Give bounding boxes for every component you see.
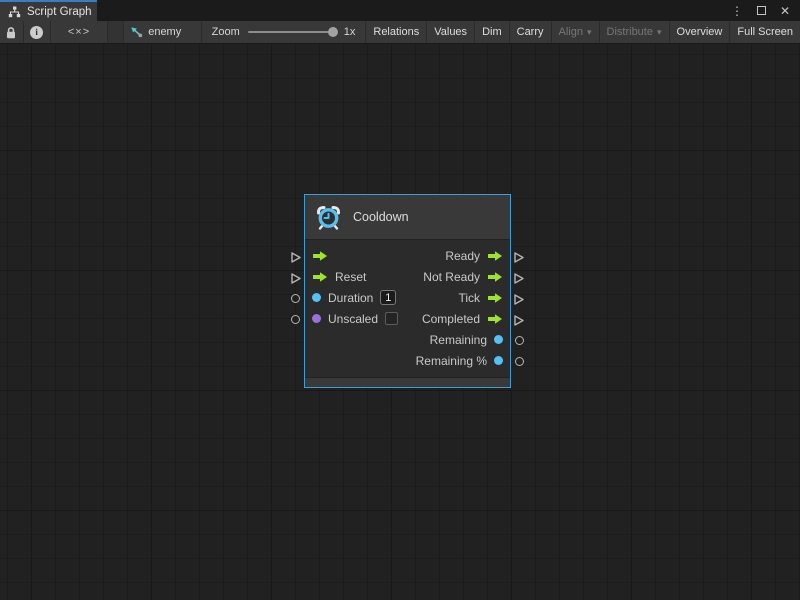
overview-button[interactable]: Overview: [669, 21, 730, 43]
kebab-menu-icon[interactable]: ⋮: [731, 5, 743, 17]
lock-button[interactable]: [0, 21, 24, 43]
zoom-slider[interactable]: [248, 31, 336, 33]
node-header[interactable]: Cooldown: [305, 195, 510, 240]
alarm-clock-icon: [315, 204, 342, 231]
maximize-icon[interactable]: [757, 6, 766, 15]
node-footer: [305, 377, 510, 387]
toolbar-right-buttons: Relations Values Dim Carry Align ▾ Distr…: [365, 21, 800, 43]
port-label: Remaining %: [416, 354, 487, 368]
flow-input-port-icon[interactable]: [312, 250, 328, 262]
flow-output-port-icon[interactable]: [487, 313, 503, 325]
values-button[interactable]: Values: [426, 21, 474, 43]
relations-button[interactable]: Relations: [365, 21, 426, 43]
flow-connector-triangle[interactable]: [290, 272, 302, 285]
flow-connector-triangle[interactable]: [513, 251, 525, 264]
distribute-label: Distribute: [607, 26, 653, 38]
chevron-down-icon: ▾: [587, 27, 592, 38]
cooldown-node[interactable]: Cooldown Ready: [304, 194, 511, 388]
port-label: Duration: [328, 291, 373, 305]
flow-output-port-icon[interactable]: [487, 250, 503, 262]
node-body: Ready Reset Not Ready: [305, 240, 510, 377]
port-label: Ready: [445, 249, 480, 263]
node-title: Cooldown: [353, 210, 409, 224]
graph-asset-icon: [130, 26, 143, 39]
titlebar: Script Graph ⋮ ✕: [0, 0, 800, 21]
align-dropdown[interactable]: Align ▾: [551, 21, 599, 43]
tab-script-graph[interactable]: Script Graph: [0, 0, 97, 21]
value-input-port-icon[interactable]: [312, 314, 321, 323]
value-output-port-icon[interactable]: [494, 335, 503, 344]
lock-icon: [5, 26, 17, 39]
value-output-port-icon[interactable]: [494, 356, 503, 365]
graph-breadcrumb[interactable]: enemy: [124, 21, 201, 43]
value-connector-circle[interactable]: [515, 336, 524, 345]
flow-input-port-icon[interactable]: [312, 271, 328, 283]
flow-connector-triangle[interactable]: [290, 251, 302, 264]
flow-output-port-icon[interactable]: [487, 271, 503, 283]
graph-name-label: enemy: [148, 26, 181, 38]
window-controls: ⋮ ✕: [731, 0, 800, 21]
zoom-label: Zoom: [212, 26, 240, 38]
port-label: Remaining: [430, 333, 487, 347]
value-connector-circle[interactable]: [291, 294, 300, 303]
full-screen-button[interactable]: Full Screen: [729, 21, 800, 43]
flow-output-port-icon[interactable]: [487, 292, 503, 304]
port-row: Reset Not Ready: [305, 266, 510, 287]
code-preview-button[interactable]: <×>: [51, 21, 108, 43]
port-row: Remaining %: [305, 350, 510, 371]
zoom-slider-handle[interactable]: [328, 27, 338, 37]
toolbar-gap: [108, 21, 124, 43]
toolbar: i <×> enemy Zoom 1x Relations V: [0, 21, 800, 44]
value-connector-circle[interactable]: [291, 315, 300, 324]
code-icon: <×>: [68, 26, 90, 38]
zoom-value: 1x: [344, 26, 356, 38]
port-label: Completed: [422, 312, 480, 326]
tab-label: Script Graph: [27, 6, 92, 18]
close-icon[interactable]: ✕: [780, 5, 790, 17]
port-label: Tick: [458, 291, 480, 305]
port-row: Unscaled Completed: [305, 308, 510, 329]
flow-connector-triangle[interactable]: [513, 293, 525, 306]
flow-connector-triangle[interactable]: [513, 314, 525, 327]
port-row: Ready: [305, 245, 510, 266]
distribute-dropdown[interactable]: Distribute ▾: [599, 21, 669, 43]
value-input-port-icon[interactable]: [312, 293, 321, 302]
dim-button[interactable]: Dim: [474, 21, 509, 43]
carry-button[interactable]: Carry: [509, 21, 551, 43]
script-graph-window: Script Graph ⋮ ✕ i <×>: [0, 0, 800, 600]
info-icon: i: [30, 26, 43, 39]
zoom-control: Zoom 1x: [202, 21, 366, 43]
hierarchy-icon: [8, 6, 21, 18]
flow-connector-triangle[interactable]: [513, 272, 525, 285]
unscaled-checkbox[interactable]: [385, 312, 398, 325]
port-row: Duration 1 Tick: [305, 287, 510, 308]
port-label: Not Ready: [423, 270, 480, 284]
align-label: Align: [559, 26, 583, 38]
chevron-down-icon: ▾: [657, 27, 662, 38]
graph-canvas[interactable]: Cooldown Ready: [0, 44, 800, 600]
info-button[interactable]: i: [24, 21, 51, 43]
port-label: Reset: [335, 270, 366, 284]
port-row: Remaining: [305, 329, 510, 350]
port-label: Unscaled: [328, 312, 378, 326]
duration-input[interactable]: 1: [380, 290, 396, 305]
value-connector-circle[interactable]: [515, 357, 524, 366]
